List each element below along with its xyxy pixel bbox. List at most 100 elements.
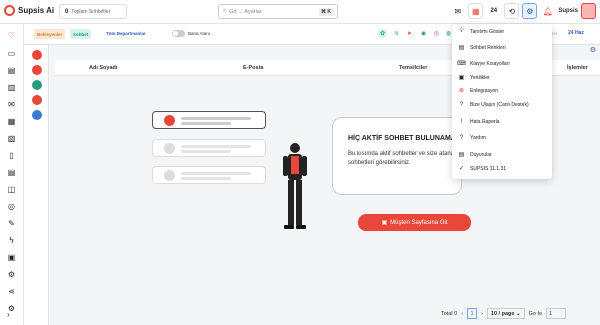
date-value[interactable]: 24 Haz — [568, 30, 584, 36]
menu-item-integration[interactable]: ⊗ Entegrasyon — [458, 86, 498, 95]
sidebar-forms-icon[interactable]: ▦ — [6, 116, 17, 127]
prev-page-icon[interactable]: ‹ — [461, 311, 463, 317]
page-size-value: 10 / page — [490, 310, 515, 317]
avatar[interactable] — [581, 3, 596, 19]
goto-label: Go to — [528, 310, 543, 317]
search-icon: ⌕ — [223, 8, 227, 14]
menu-item-version: ✓ SUPSIS 11.1.31 — [458, 164, 506, 173]
empty-state-title: HİÇ AKTİF SOHBET BULUNAMA — [348, 135, 456, 142]
menu-item-label: SUPSIS 11.1.31 — [470, 165, 507, 172]
channel-whatsapp-icon[interactable]: ◉ — [419, 29, 428, 38]
channel-green-icon[interactable] — [32, 80, 42, 90]
collapse-sidebar-icon[interactable]: ‹ — [47, 7, 49, 14]
sidebar-inbox-icon[interactable]: ▭ — [6, 48, 17, 59]
table-settings-icon[interactable]: ⚙ — [590, 46, 596, 54]
top-bar: Supsis Ai ‹ 0 Toplam Sohbetler ⌕ Git → A… — [0, 0, 600, 24]
menu-item-label: Sohbet Renkleri — [470, 44, 506, 51]
filter-chip-chat[interactable]: Sohbet — [70, 29, 92, 39]
check-circle-icon — [164, 115, 175, 126]
sidebar-archive-icon[interactable]: ▤ — [6, 65, 17, 76]
sidebar-users-icon[interactable]: ◎ — [6, 201, 17, 212]
bulb-icon: 💡︎ — [459, 28, 464, 34]
queue-icon[interactable]: ⟲ — [504, 3, 520, 19]
sidebar-analytics-icon[interactable]: ◫ — [6, 184, 17, 195]
sidebar-history-icon[interactable]: ▥ — [6, 82, 17, 93]
menu-item-label: Klavye Kısayolları — [470, 60, 510, 67]
expand-sidebar-icon[interactable]: › — [7, 310, 10, 319]
sidebar-automation-icon[interactable]: ✎ — [6, 218, 17, 229]
goto-page-input[interactable]: 1 — [546, 308, 567, 319]
channel-blue-icon[interactable] — [32, 110, 42, 120]
bug-icon: ! — [460, 118, 463, 125]
channel-instagram-icon[interactable]: ◎ — [432, 29, 441, 38]
channel-live-icon[interactable] — [32, 50, 42, 60]
settings-icon[interactable]: ⚙ — [522, 3, 538, 19]
sidebar-chat-icon[interactable]: ♡ — [6, 30, 17, 41]
assigned-to-me-toggle[interactable] — [172, 30, 185, 37]
top-icons: ✉ ▦ 24 ⟲ ⚙ 🔔︎ Supsis — [450, 3, 596, 19]
illustration-card — [152, 166, 266, 184]
menu-item-announcements[interactable]: ▤ Duyurular — [458, 150, 492, 159]
go-to-customers-label: Müşteri Sayfasına Git — [390, 219, 448, 226]
calendar-icon[interactable]: ▦ — [468, 3, 484, 19]
notification-bell-icon[interactable]: 🔔︎ — [540, 3, 555, 19]
page-1-button[interactable]: 1 — [467, 308, 478, 319]
menu-item-label: Entegrasyon — [470, 87, 499, 94]
menu-item-keyboard-shortcuts[interactable]: ⌨ Klavye Kısayolları — [457, 59, 510, 68]
channel-panel — [24, 45, 49, 325]
sidebar-mail-icon[interactable]: ✉ — [6, 99, 17, 110]
menu-item-label: Tanıtımı Göster — [470, 28, 505, 35]
empty-state-description: Bu kısımda aktif sohbetler ve size atana… — [348, 151, 458, 166]
channel-telegram-icon[interactable]: ➤ — [405, 29, 414, 38]
channel-wifi-icon[interactable]: ≋ — [392, 29, 401, 38]
next-page-icon[interactable]: › — [481, 311, 483, 317]
sidebar-flash-icon[interactable]: ϟ — [6, 235, 17, 246]
conversations-label: Toplam Sohbetler — [71, 8, 111, 15]
assigned-to-me-label: Bana Atanı... — [188, 31, 214, 36]
sidebar-documents-icon[interactable]: ▯ — [6, 150, 17, 161]
news-icon: ▣ — [458, 75, 465, 81]
channel-webchat-icon[interactable]: ✿ — [378, 29, 387, 38]
search-shortcut: ⌘ K — [319, 8, 333, 16]
channel-alert-icon[interactable] — [32, 65, 42, 75]
logo-icon — [4, 5, 15, 16]
menu-item-news[interactable]: ▣ Yenilikler — [458, 73, 490, 82]
support-icon: ? — [459, 101, 464, 108]
menu-item-label: Yardım — [470, 134, 486, 141]
menu-item-help[interactable]: ? Yardım — [458, 133, 486, 142]
total-conversations[interactable]: 0 Toplam Sohbetler — [59, 4, 127, 19]
integration-icon: ⊗ — [458, 88, 465, 94]
sidebar-cog-icon[interactable]: ⚙ — [6, 269, 17, 280]
channel-red-icon[interactable] — [32, 95, 42, 105]
mail-icon[interactable]: ✉ — [450, 3, 465, 19]
go-to-customers-button[interactable]: ▣ Müşteri Sayfasına Git — [358, 214, 471, 231]
menu-item-report-bug[interactable]: ! Hata Raporla — [458, 117, 500, 126]
menu-item-chat-colors[interactable]: ▤ Sohbet Renkleri — [458, 43, 506, 52]
total-count: Total 0 — [441, 310, 458, 317]
conversations-count: 0 — [65, 8, 69, 15]
settings-menu: 💡︎ Tanıtımı Göster ▤ Sohbet Renkleri ⌨ K… — [452, 24, 552, 179]
filter-chip-waiting[interactable]: Bekleyenler — [34, 29, 66, 39]
sidebar-share-icon[interactable]: ⋖ — [6, 286, 17, 297]
search-input[interactable]: ⌕ Git → Ayarlar ⌘ K — [218, 4, 338, 19]
menu-item-label: Duyurular — [470, 151, 492, 158]
keyboard-icon: ⌨ — [457, 61, 466, 67]
column-header-email: E-Posta — [243, 65, 264, 71]
sidebar-reports-icon[interactable]: ▧ — [6, 133, 17, 144]
sidebar-notes-icon[interactable]: ▤ — [6, 167, 17, 178]
menu-item-contact-support[interactable]: ? Bize Ulaşın (Canlı Destek) — [458, 100, 529, 109]
availability-label: 24 — [490, 8, 498, 14]
sidebar-database-icon[interactable]: ▣ — [6, 252, 17, 263]
pagination: Total 0 ‹ 1 › 10 / page ⌄ Go to 1 — [441, 308, 567, 319]
menu-item-show-tour[interactable]: 💡︎ Tanıtımı Göster — [458, 27, 504, 36]
menu-item-label: Hata Raporla — [470, 118, 500, 125]
department-select[interactable]: Tüm Departmanlar — [106, 31, 146, 36]
page-size-select[interactable]: 10 / page ⌄ — [486, 308, 525, 319]
availability-icon[interactable]: 24 — [486, 3, 501, 19]
column-header-actions: İşlemler — [567, 65, 588, 71]
column-header-agents: Temsilciler — [399, 65, 428, 71]
user-name[interactable]: Supsis — [558, 8, 578, 14]
column-header-name: Adı Soyadı — [89, 65, 118, 71]
chat-colors-icon: ▤ — [458, 45, 465, 51]
illustration-card-checked — [152, 111, 266, 129]
